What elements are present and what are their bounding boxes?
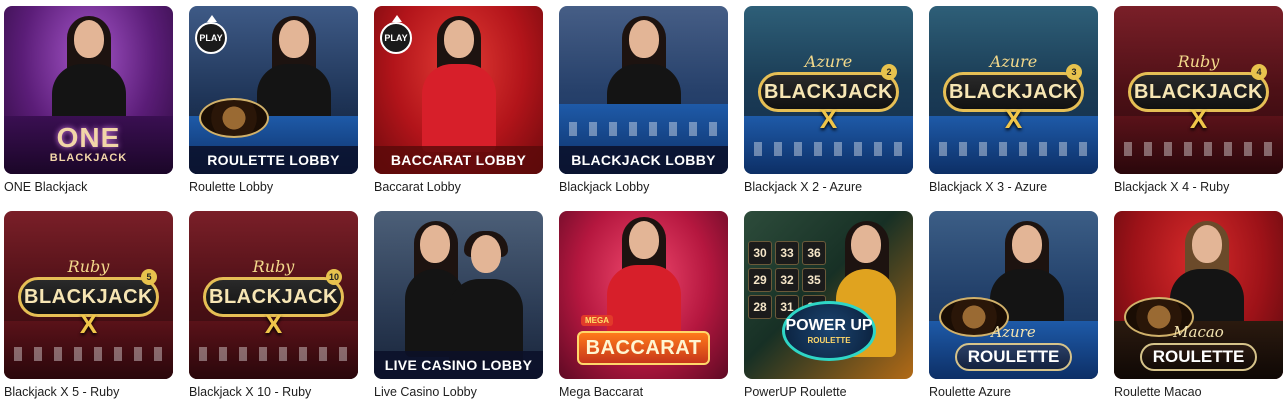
- game-thumbnail[interactable]: Macao ROULETTE: [1114, 211, 1283, 379]
- game-thumbnail[interactable]: BLACKJACK LOBBY: [559, 6, 728, 174]
- game-title[interactable]: Blackjack X 10 - Ruby: [189, 385, 358, 399]
- x-mark: X: [1004, 104, 1023, 134]
- game-tile-blackjack-x-2-azure[interactable]: Azure BLACKJACK 2 X Blackjack X 2 - Azur…: [744, 6, 913, 206]
- dealer-figure: [421, 16, 496, 152]
- game-title[interactable]: Live Casino Lobby: [374, 385, 543, 399]
- play-badge-icon: PLAY: [380, 15, 412, 54]
- game-thumbnail[interactable]: MEGA BACCARAT: [559, 211, 728, 379]
- game-overlay-label: LIVE CASINO LOBBY: [374, 351, 543, 379]
- game-tile-roulette-macao[interactable]: Macao ROULETTE Roulette Macao: [1114, 211, 1283, 411]
- game-grid: ONE BLACKJACK ONE Blackjack PLAY ROULETT…: [4, 6, 1283, 411]
- game-tile-one-blackjack[interactable]: ONE BLACKJACK ONE Blackjack: [4, 6, 173, 206]
- game-overlay-label: ROULETTE LOBBY: [189, 146, 358, 174]
- game-thumbnail[interactable]: Azure BLACKJACK 2 X: [744, 6, 913, 174]
- x-mark: X: [79, 309, 98, 339]
- game-title[interactable]: Blackjack X 3 - Azure: [929, 180, 1098, 194]
- game-title[interactable]: Baccarat Lobby: [374, 180, 543, 194]
- game-title[interactable]: Roulette Macao: [1114, 385, 1283, 399]
- game-tile-live-casino-lobby[interactable]: LIVE CASINO LOBBY Live Casino Lobby: [374, 211, 543, 411]
- game-thumbnail[interactable]: ONE BLACKJACK: [4, 6, 173, 174]
- game-thumbnail[interactable]: Azure BLACKJACK 3 X: [929, 6, 1098, 174]
- x-mark: X: [819, 104, 838, 134]
- game-title[interactable]: Roulette Azure: [929, 385, 1098, 399]
- game-thumbnail[interactable]: PLAY BACCARAT LOBBY: [374, 6, 543, 174]
- game-tile-powerup-roulette[interactable]: 303336 293235 283134 POWER UP ROULETTE P…: [744, 211, 913, 411]
- table-number-badge: 2: [881, 64, 897, 80]
- game-logo: BACCARAT: [577, 331, 710, 365]
- game-title[interactable]: Mega Baccarat: [559, 385, 728, 399]
- game-thumbnail[interactable]: Ruby BLACKJACK 4 X: [1114, 6, 1283, 174]
- game-tile-roulette-lobby[interactable]: PLAY ROULETTE LOBBY Roulette Lobby: [189, 6, 358, 206]
- game-title[interactable]: Blackjack X 5 - Ruby: [4, 385, 173, 399]
- game-title[interactable]: PowerUP Roulette: [744, 385, 913, 399]
- game-title[interactable]: Blackjack Lobby: [559, 180, 728, 194]
- roulette-wheel: [199, 98, 269, 138]
- game-tile-roulette-azure[interactable]: Azure ROULETTE Roulette Azure: [929, 211, 1098, 411]
- table-number-badge: 10: [326, 269, 342, 285]
- game-overlay-label: BACCARAT LOBBY: [374, 146, 543, 174]
- game-thumbnail[interactable]: LIVE CASINO LOBBY: [374, 211, 543, 379]
- game-title[interactable]: Blackjack X 4 - Ruby: [1114, 180, 1283, 194]
- game-title[interactable]: Roulette Lobby: [189, 180, 358, 194]
- game-thumbnail[interactable]: PLAY ROULETTE LOBBY: [189, 6, 358, 174]
- x-mark: X: [1189, 104, 1208, 134]
- one-blackjack-logo: ONE BLACKJACK: [49, 122, 128, 165]
- game-thumbnail[interactable]: Ruby BLACKJACK 5 X: [4, 211, 173, 379]
- game-tile-blackjack-x-4-ruby[interactable]: Ruby BLACKJACK 4 X Blackjack X 4 - Ruby: [1114, 6, 1283, 206]
- game-logo: ROULETTE: [955, 343, 1072, 371]
- game-thumbnail[interactable]: Azure ROULETTE: [929, 211, 1098, 379]
- game-tile-blackjack-x-3-azure[interactable]: Azure BLACKJACK 3 X Blackjack X 3 - Azur…: [929, 6, 1098, 206]
- variant-script: Azure: [991, 323, 1036, 341]
- table-number-badge: 3: [1066, 64, 1082, 80]
- mega-tag: MEGA: [581, 315, 613, 326]
- game-tile-mega-baccarat[interactable]: MEGA BACCARAT Mega Baccarat: [559, 211, 728, 411]
- game-title[interactable]: Blackjack X 2 - Azure: [744, 180, 913, 194]
- game-overlay-label: BLACKJACK LOBBY: [559, 146, 728, 174]
- game-thumbnail[interactable]: 303336 293235 283134 POWER UP ROULETTE: [744, 211, 913, 379]
- table-number-badge: 4: [1251, 64, 1267, 80]
- game-title[interactable]: ONE Blackjack: [4, 180, 173, 194]
- game-tile-baccarat-lobby[interactable]: PLAY BACCARAT LOBBY Baccarat Lobby: [374, 6, 543, 206]
- play-badge-icon: PLAY: [195, 15, 227, 54]
- x-mark: X: [264, 309, 283, 339]
- game-tile-blackjack-lobby[interactable]: BLACKJACK LOBBY Blackjack Lobby: [559, 6, 728, 206]
- variant-script: Macao: [1173, 323, 1224, 341]
- game-tile-blackjack-x-10-ruby[interactable]: Ruby BLACKJACK 10 X Blackjack X 10 - Rub…: [189, 211, 358, 411]
- dealer-figure: [448, 231, 523, 367]
- table-number-badge: 5: [141, 269, 157, 285]
- game-logo: ROULETTE: [1140, 343, 1257, 371]
- game-logo: POWER UP ROULETTE: [782, 301, 876, 361]
- game-tile-blackjack-x-5-ruby[interactable]: Ruby BLACKJACK 5 X Blackjack X 5 - Ruby: [4, 211, 173, 411]
- game-thumbnail[interactable]: Ruby BLACKJACK 10 X: [189, 211, 358, 379]
